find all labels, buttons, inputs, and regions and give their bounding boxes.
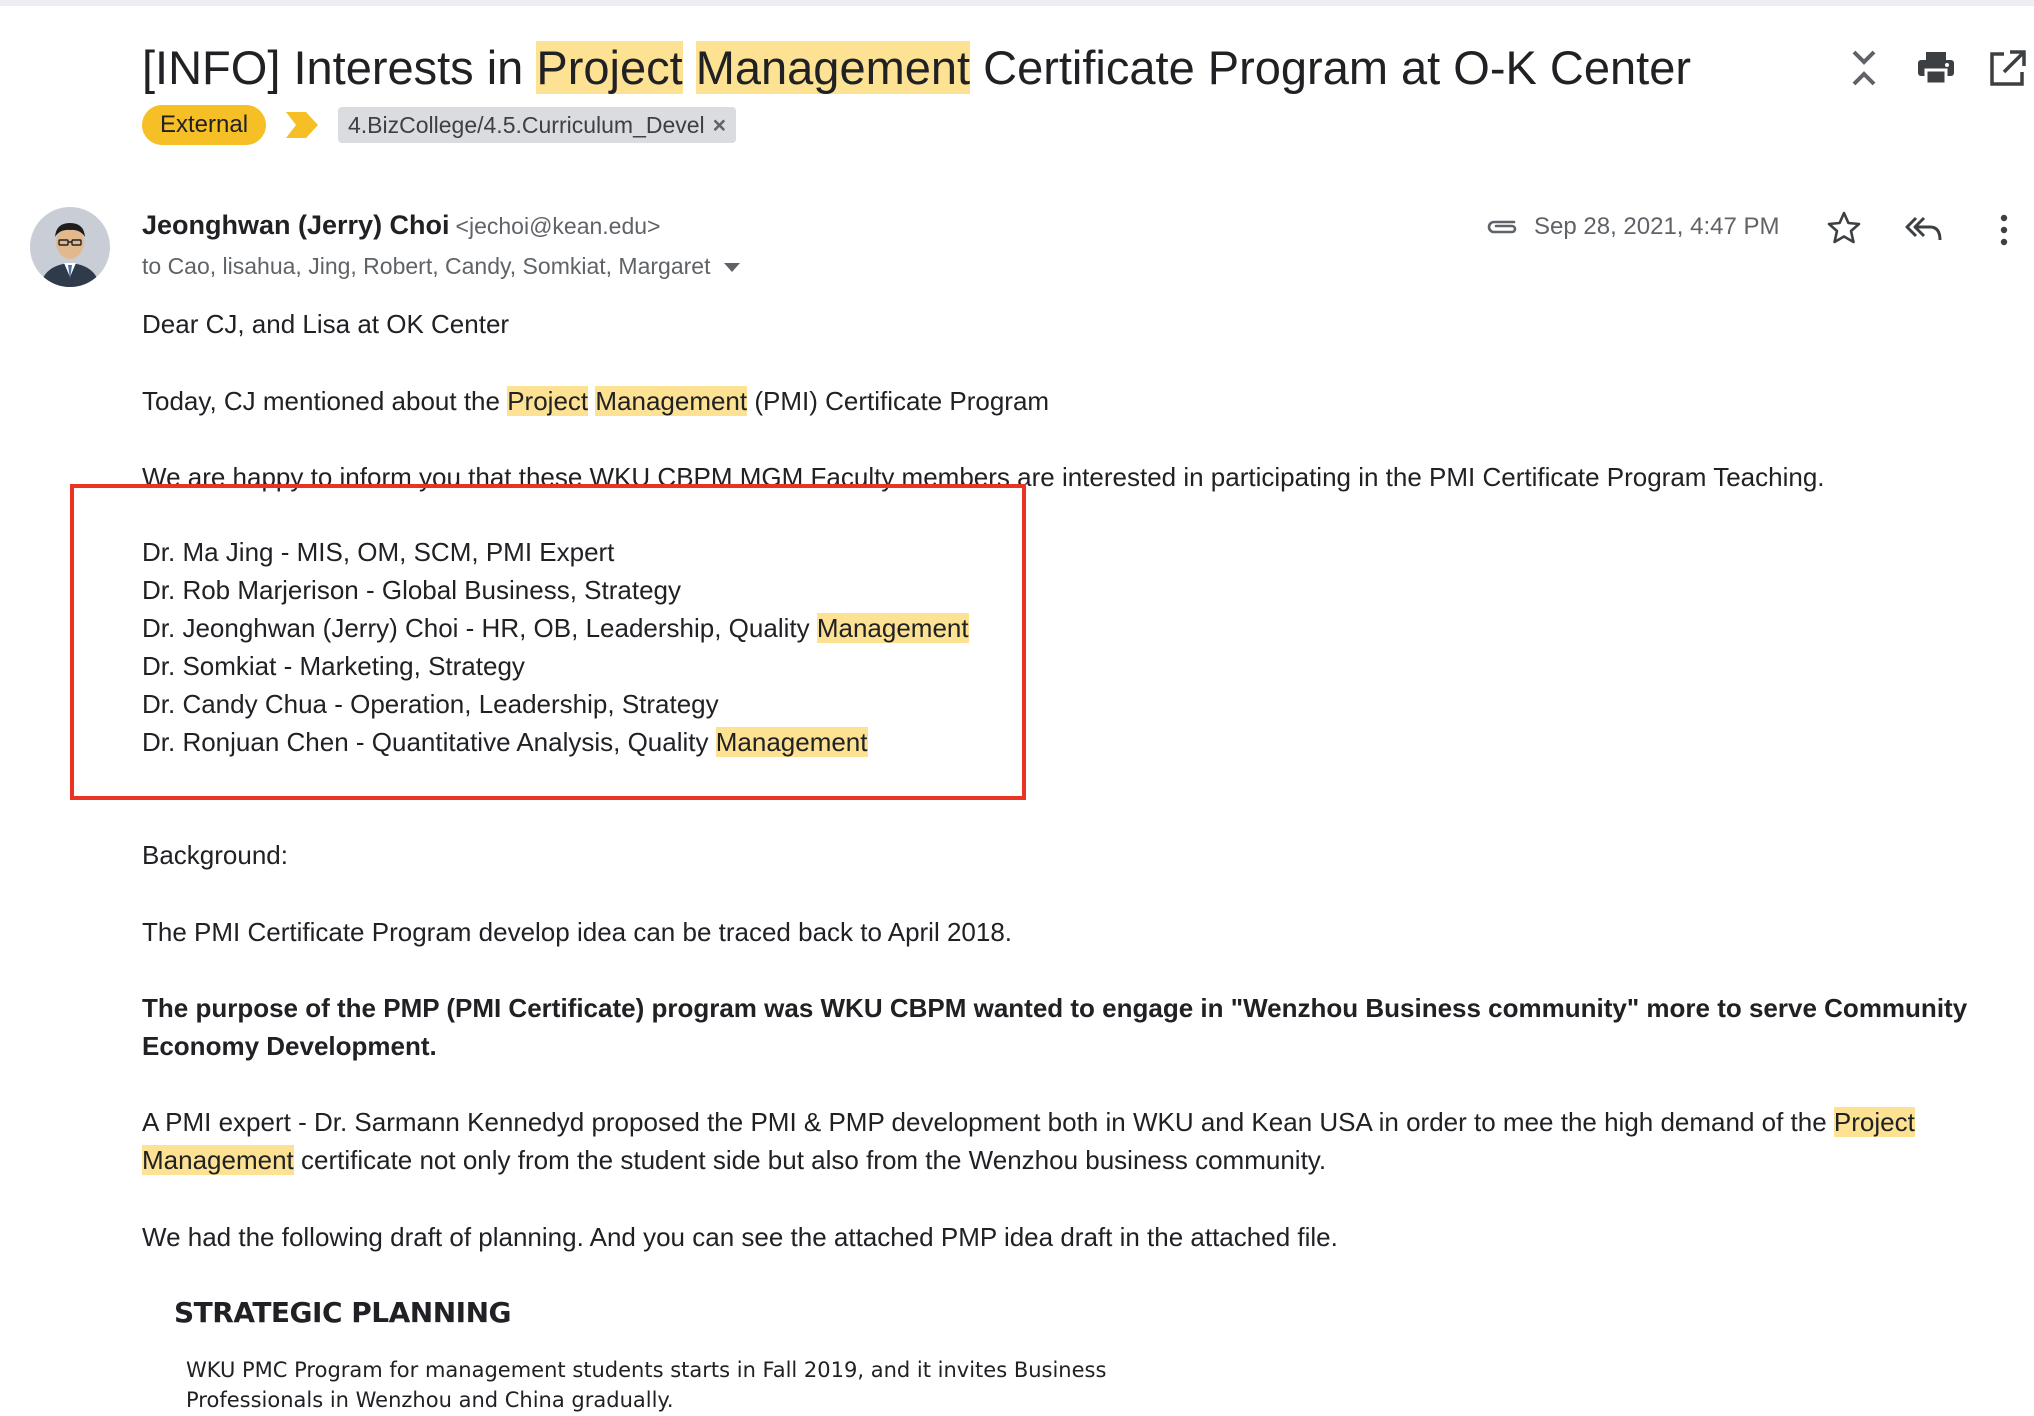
folder-label-chip[interactable]: 4.BizCollege/4.5.Curriculum_Devel ×: [338, 107, 737, 143]
avatar[interactable]: [30, 207, 110, 287]
show-details-chevron-down-icon[interactable]: [724, 263, 741, 273]
email-subject: [INFO] Interests in Project Management C…: [142, 41, 1691, 94]
importance-marker-icon[interactable]: [286, 112, 318, 138]
top-divider: [0, 0, 2034, 6]
annotation-highlight-box: [70, 484, 1026, 800]
collapse-expand-icon[interactable]: [1846, 48, 1882, 88]
sender-email: <jechoi@kean.edu>: [455, 213, 661, 239]
expert-paragraph: A PMI expert - Dr. Sarmann Kennedyd prop…: [142, 1107, 1915, 1175]
background-heading: Background:: [142, 840, 288, 870]
sender-line: Jeonghwan (Jerry) Choi <jechoi@kean.edu>: [142, 210, 661, 241]
attachment-icon: [1487, 220, 1517, 234]
external-label-chip[interactable]: External: [142, 105, 267, 145]
open-in-new-window-icon[interactable]: [1988, 48, 2026, 88]
email-date: Sep 28, 2021, 4:47 PM: [1534, 213, 1780, 240]
recipients-line: to Cao, lisahua, Jing, Robert, Candy, So…: [142, 253, 741, 280]
reply-all-icon[interactable]: [1904, 212, 1944, 246]
star-icon[interactable]: [1826, 210, 1862, 246]
more-options-icon[interactable]: [1994, 212, 2014, 248]
purpose-paragraph: The purpose of the PMP (PMI Certificate)…: [142, 993, 1968, 1061]
sender-name[interactable]: Jeonghwan (Jerry) Choi: [142, 210, 450, 240]
print-icon[interactable]: [1916, 48, 1956, 88]
strategic-planning-title: STRATEGIC PLANNING: [174, 1296, 511, 1329]
remove-label-button[interactable]: ×: [713, 112, 726, 138]
body-line-1: Today, CJ mentioned about the Project Ma…: [142, 386, 1050, 416]
strategic-planning-text: WKU PMC Program for management students …: [186, 1358, 1107, 1412]
greeting-text: Dear CJ, and Lisa at OK Center: [142, 309, 510, 339]
profile-photo: [30, 207, 110, 287]
draft-text: We had the following draft of planning. …: [142, 1222, 1338, 1252]
traced-text: The PMI Certificate Program develop idea…: [142, 917, 1013, 947]
